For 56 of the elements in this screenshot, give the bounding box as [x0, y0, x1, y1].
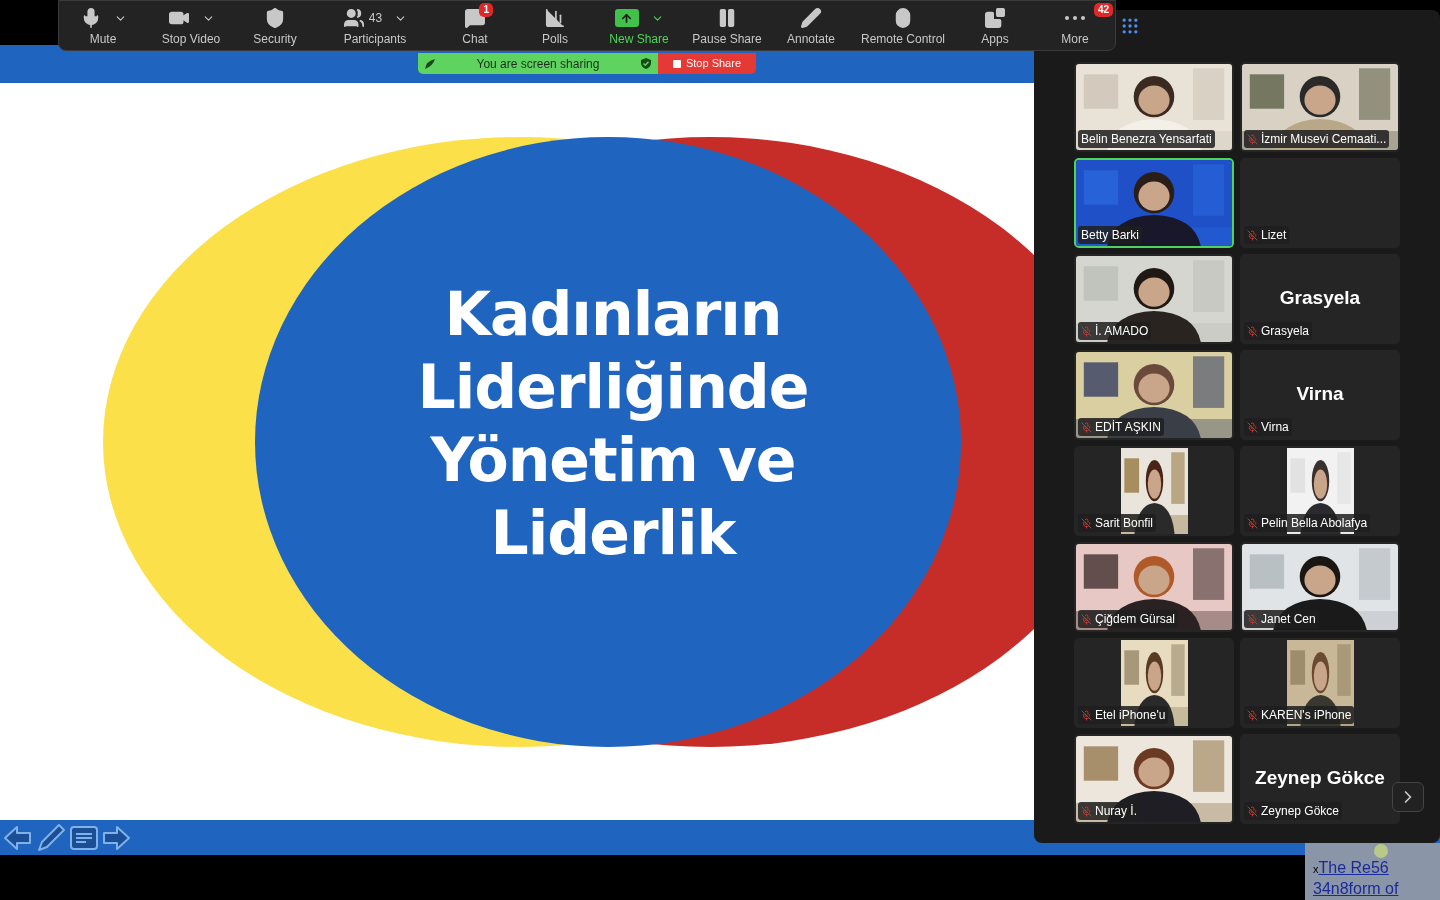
article-link[interactable]: 34n8form of — [1313, 880, 1399, 897]
toolbar-button[interactable]: Stop Video — [147, 0, 235, 51]
pencil-icon — [800, 7, 822, 29]
toolbar-button[interactable]: 43 Participants — [315, 0, 435, 51]
participant-name: Janet Cen — [1261, 611, 1316, 628]
toolbar-button[interactable]: Chat 1 — [435, 0, 515, 51]
article-link[interactable]: The Re56 — [1318, 859, 1389, 876]
participant-count: 43 — [368, 10, 383, 27]
toolbar-button[interactable]: Mute — [59, 0, 147, 51]
toolbar-button[interactable]: Apps — [955, 0, 1035, 51]
toolbar-button[interactable]: More 42 — [1035, 0, 1115, 51]
next-page-button[interactable] — [1392, 782, 1424, 812]
left-arrow-icon[interactable] — [3, 823, 33, 852]
toolbar-button[interactable]: Remote Control — [851, 0, 955, 51]
participant-name: Betty Barki — [1081, 227, 1140, 244]
toolbar-button[interactable]: Security — [235, 0, 315, 51]
close-mark: x — [1313, 863, 1319, 875]
people-icon — [342, 7, 365, 29]
bar-chart-icon — [544, 7, 566, 29]
leaf-icon — [424, 57, 436, 70]
participant-display-name: Zeynep Gökce — [1255, 766, 1385, 790]
shield-check-icon — [640, 57, 652, 70]
participant-name: Virna — [1261, 419, 1289, 436]
more-icon — [1065, 16, 1085, 20]
participant-name: Çiğdem Gürsal — [1095, 611, 1176, 628]
participant-name: Lizet — [1261, 227, 1287, 244]
slide-title: Kadınların Liderliğinde Yönetim ve Liderlik — [417, 278, 809, 570]
share-icon — [614, 9, 639, 27]
participant-name: Pelin Bella Abolafya — [1261, 515, 1368, 532]
participant-name: KAREN's iPhone — [1261, 707, 1352, 724]
notification-badge: 1 — [479, 2, 493, 17]
participant-name: Sarit Bonfil — [1095, 515, 1154, 532]
grid-view-icon[interactable] — [1120, 16, 1140, 36]
right-arrow-icon[interactable] — [101, 823, 131, 852]
participant-name: Belin Benezra Yensarfati — [1081, 131, 1212, 148]
pencil-icon[interactable] — [35, 821, 67, 854]
participant-name: Grasyela — [1261, 323, 1310, 340]
notification-badge: 42 — [1093, 2, 1113, 17]
shield-icon — [264, 7, 286, 29]
toolbar-button[interactable]: Polls — [515, 0, 595, 51]
participant-name: Nuray İ. — [1095, 803, 1137, 820]
participant-name: İ. AMADO — [1095, 323, 1149, 340]
participant-name: İzmir Musevi Cemaati... — [1261, 131, 1387, 148]
toolbar-button[interactable]: Annotate — [771, 0, 851, 51]
participant-display-name: Grasyela — [1279, 286, 1361, 310]
participant-display-name: Virna — [1296, 382, 1344, 406]
participant-name: EDİT AŞKIN — [1095, 419, 1161, 436]
sharing-status: You are screen sharing — [475, 55, 601, 73]
stop-square-icon — [672, 59, 681, 68]
blocks-icon — [984, 7, 1006, 29]
participant-name: Etel iPhone'u — [1095, 707, 1166, 724]
notes-icon[interactable] — [69, 824, 99, 851]
toolbar-button[interactable]: New Share — [595, 0, 683, 51]
participant-name: Zeynep Gökce — [1261, 803, 1340, 820]
stop-share-button[interactable]: Stop Share — [658, 53, 756, 74]
toolbar-button[interactable]: Pause Share — [683, 0, 771, 51]
